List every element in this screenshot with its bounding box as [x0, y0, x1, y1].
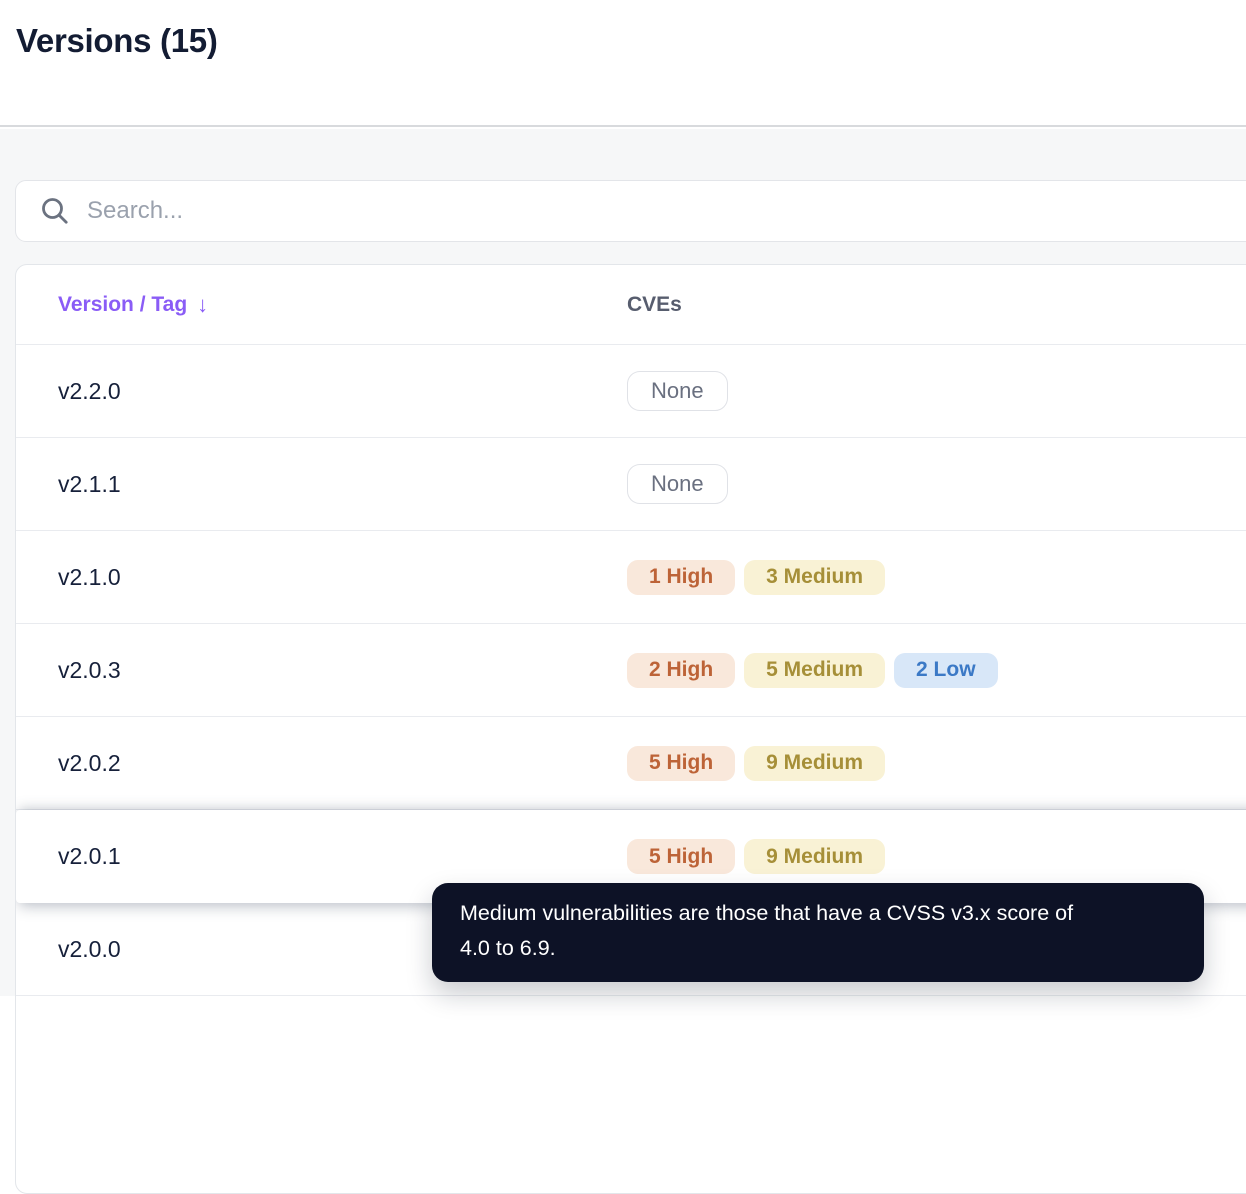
cve-badge-low[interactable]: 2 Low: [894, 652, 998, 688]
version-cell: v2.1.0: [58, 563, 121, 590]
cve-badge-high[interactable]: 5 High: [627, 745, 736, 781]
table-row[interactable]: v2.0.2 5 High 9 Medium: [16, 717, 1246, 810]
cve-badge-medium[interactable]: 9 Medium: [744, 745, 886, 781]
cve-badge-none[interactable]: None: [627, 464, 728, 504]
cve-badge-high[interactable]: 5 High: [627, 839, 736, 874]
versions-table: Version / Tag ↓ CVEs v2.2.0 None v2.1.1 Non…: [15, 264, 1246, 1194]
cve-badge-high[interactable]: 2 High: [627, 652, 736, 688]
cves-cell: None: [627, 371, 728, 411]
search-box[interactable]: [15, 180, 1246, 242]
sort-descending-icon: ↓: [197, 291, 209, 317]
medium-cve-tooltip: Medium vulnerabilities are those that ha…: [432, 883, 1204, 982]
table-row[interactable]: v2.0.3 2 High 5 Medium 2 Low: [16, 624, 1246, 717]
table-row[interactable]: v2.1.0 1 High 3 Medium: [16, 531, 1246, 624]
version-cell: v2.0.2: [58, 749, 121, 776]
version-cell: v2.2.0: [58, 377, 121, 404]
content-area: Version / Tag ↓ CVEs v2.2.0 None v2.1.1 Non…: [0, 129, 1246, 1194]
version-cell: v2.1.1: [58, 470, 121, 497]
search-input[interactable]: [85, 196, 1185, 226]
version-cell: v2.0.1: [58, 843, 121, 869]
cve-badge-medium[interactable]: 3 Medium: [744, 559, 886, 595]
version-cell: v2.0.3: [58, 656, 121, 683]
cves-cell: 2 High 5 Medium 2 Low: [627, 652, 998, 688]
cves-cell: 5 High 9 Medium: [627, 839, 886, 874]
column-header-version-tag[interactable]: Version / Tag ↓: [16, 292, 208, 318]
page-title: Versions (15): [16, 22, 218, 59]
cve-badge-high[interactable]: 1 High: [627, 559, 736, 595]
cves-cell: 1 High 3 Medium: [627, 559, 886, 595]
table-row[interactable]: v2.2.0 None: [16, 345, 1246, 438]
table-header-row: Version / Tag ↓ CVEs: [16, 265, 1246, 345]
column-header-version-tag-label: Version / Tag: [58, 292, 188, 316]
cves-cell: 5 High 9 Medium: [627, 745, 886, 781]
search-icon: [42, 198, 68, 224]
table-row[interactable]: v2.1.1 None: [16, 438, 1246, 531]
cve-badge-medium[interactable]: 9 Medium: [744, 839, 886, 874]
column-header-cves[interactable]: CVEs: [627, 293, 682, 317]
page-header: Versions (15): [0, 0, 1246, 127]
cve-badge-medium[interactable]: 5 Medium: [744, 652, 886, 688]
cves-cell: None: [627, 464, 728, 504]
cve-badge-none[interactable]: None: [627, 371, 728, 411]
